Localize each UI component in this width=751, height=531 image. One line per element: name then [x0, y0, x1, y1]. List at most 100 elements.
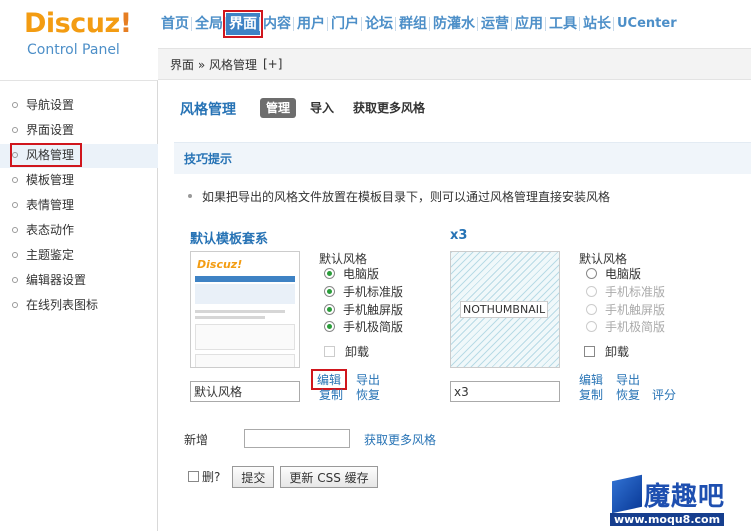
- logo[interactable]: Discuz! Control Panel: [0, 0, 158, 80]
- radio-pc-x3[interactable]: 电脑版: [586, 266, 641, 283]
- sidebar-item-editor-settings[interactable]: 编辑器设置: [12, 270, 86, 290]
- bullet-icon: [12, 126, 18, 133]
- bullet-icon: [12, 101, 18, 108]
- nav-global[interactable]: 全局: [191, 13, 226, 35]
- header: Discuz! Control Panel 首页 全局 界面 内容 用户 门户 …: [0, 0, 751, 80]
- bullet-icon: [12, 226, 18, 233]
- thumbnail-logo: Discuz!: [197, 258, 243, 271]
- radio-checked-icon: [324, 268, 335, 279]
- nav-webmaster[interactable]: 站长: [579, 13, 614, 35]
- add-new-input[interactable]: [244, 429, 350, 448]
- bullet-icon: [12, 201, 18, 208]
- nav-interface[interactable]: 界面: [223, 10, 263, 38]
- nav-portal[interactable]: 门户: [327, 13, 362, 35]
- update-css-cache-button[interactable]: 更新 CSS 缓存: [280, 466, 378, 488]
- uninstall-checkbox-default[interactable]: 卸载: [324, 344, 369, 361]
- radio-pc[interactable]: 电脑版: [324, 266, 379, 283]
- tab-import[interactable]: 导入: [304, 98, 340, 118]
- checkbox-icon: [324, 346, 335, 357]
- breadcrumb: 界面 » 风格管理 [+]: [158, 48, 751, 80]
- tip-text: 如果把导出的风格文件放置在模板目录下，则可以通过风格管理直接安装风格: [188, 188, 610, 205]
- bullet-icon: [12, 176, 18, 183]
- radio-mobile-touch[interactable]: 手机触屏版: [324, 302, 403, 319]
- sidebar-item-interface-settings[interactable]: 界面设置: [12, 120, 74, 140]
- radio-icon: [586, 321, 597, 332]
- sidebar-item-thread-stamps[interactable]: 主题鉴定: [12, 245, 74, 265]
- rate-link-x3[interactable]: 评分: [652, 386, 676, 403]
- radio-mobile-simple[interactable]: 手机极简版: [324, 319, 403, 336]
- main-content: 风格管理 管理 导入 获取更多风格 技巧提示 如果把导出的风格文件放置在模板目录…: [158, 80, 751, 531]
- nav-groups[interactable]: 群组: [395, 13, 430, 35]
- submit-button[interactable]: 提交: [232, 466, 275, 488]
- sidebar-item-navigation[interactable]: 导航设置: [12, 95, 74, 115]
- style-group-label: 默认风格: [319, 252, 368, 266]
- nav-forum[interactable]: 论坛: [361, 13, 396, 35]
- radio-checked-icon: [324, 321, 335, 332]
- sidebar: 导航设置 界面设置 风格管理 模板管理 表情管理 表态动作 主题鉴定 编辑器设置…: [0, 80, 158, 531]
- radio-mobile-simple-x3[interactable]: 手机极简版: [586, 319, 665, 336]
- breadcrumb-add-shortcut[interactable]: [+]: [263, 57, 282, 71]
- cube-logo-icon: [612, 474, 642, 514]
- radio-icon: [586, 268, 597, 279]
- nav-operations[interactable]: 运营: [477, 13, 512, 35]
- style-thumbnail-x3[interactable]: NOTHUMBNAIL: [450, 251, 560, 368]
- sidebar-item-template-manage[interactable]: 模板管理: [12, 170, 74, 190]
- radio-icon: [586, 286, 597, 297]
- copy-link-x3[interactable]: 复制: [579, 386, 603, 403]
- thumbnail-nav-bar: [195, 276, 295, 282]
- restore-link-x3[interactable]: 恢复: [616, 386, 640, 403]
- add-new-label: 新增: [184, 433, 209, 447]
- tab-get-more-styles[interactable]: 获取更多风格: [347, 98, 431, 118]
- breadcrumb-text: 界面 » 风格管理: [170, 57, 257, 72]
- sidebar-item-click-actions[interactable]: 表态动作: [12, 220, 74, 240]
- restore-link-default[interactable]: 恢复: [356, 386, 380, 403]
- thumbnail-line: [195, 316, 265, 319]
- bullet-icon: [188, 193, 192, 198]
- style-thumbnail-default[interactable]: Discuz!: [190, 251, 300, 368]
- radio-mobile-touch-x3[interactable]: 手机触屏版: [586, 302, 665, 319]
- checkbox-icon: [188, 470, 199, 482]
- bullet-icon: [12, 151, 18, 158]
- checkbox-icon: [584, 346, 595, 357]
- style-name-input-default[interactable]: [190, 381, 300, 402]
- bullet-icon: [12, 251, 18, 258]
- no-thumbnail-label: NOTHUMBNAIL: [460, 301, 549, 318]
- radio-checked-icon: [324, 286, 335, 297]
- nav-users[interactable]: 用户: [293, 13, 328, 35]
- thumbnail-block: [195, 324, 295, 350]
- logo-subtitle: Control Panel: [27, 42, 120, 58]
- style-name-x3: x3: [450, 228, 468, 243]
- style-group-label: 默认风格: [579, 252, 628, 266]
- get-more-styles-link[interactable]: 获取更多风格: [364, 431, 436, 448]
- style-name-input-x3[interactable]: [450, 381, 560, 402]
- footer-actions: 删? 提交 更新 CSS 缓存: [188, 465, 378, 489]
- nav-tools[interactable]: 工具: [545, 13, 580, 35]
- sidebar-item-online-icons[interactable]: 在线列表图标: [12, 295, 98, 315]
- thumbnail-subnav: [195, 284, 295, 304]
- nav-content[interactable]: 内容: [259, 13, 294, 35]
- radio-icon: [586, 304, 597, 315]
- bullet-icon: [12, 301, 18, 308]
- radio-checked-icon: [324, 304, 335, 315]
- sidebar-item-style-manage[interactable]: 风格管理: [9, 143, 83, 167]
- page-title: 风格管理: [180, 102, 236, 118]
- thumbnail-line: [195, 310, 285, 313]
- nav-apps[interactable]: 应用: [511, 13, 546, 35]
- logo-title: Discuz!: [24, 8, 132, 39]
- watermark-url: www.moqu8.com: [610, 513, 725, 526]
- delete-checkbox[interactable]: 删?: [188, 469, 220, 486]
- radio-mobile-standard[interactable]: 手机标准版: [324, 284, 403, 301]
- tips-header: 技巧提示: [174, 142, 751, 174]
- watermark-text: 魔趣吧: [644, 482, 726, 512]
- top-nav: 首页 全局 界面 内容 用户 门户 论坛 群组 防灌水 运营 应用 工具 站长 …: [158, 0, 751, 48]
- style-name-default: 默认模板套系: [190, 232, 269, 247]
- nav-home[interactable]: 首页: [158, 13, 192, 35]
- radio-mobile-standard-x3[interactable]: 手机标准版: [586, 284, 665, 301]
- nav-ucenter[interactable]: UCenter: [613, 13, 680, 35]
- tab-manage[interactable]: 管理: [260, 98, 297, 118]
- thumbnail-block: [195, 354, 295, 367]
- copy-link-default[interactable]: 复制: [319, 386, 343, 403]
- uninstall-checkbox-x3[interactable]: 卸载: [584, 344, 629, 361]
- nav-antispam[interactable]: 防灌水: [429, 13, 478, 35]
- sidebar-item-smilies[interactable]: 表情管理: [12, 195, 74, 215]
